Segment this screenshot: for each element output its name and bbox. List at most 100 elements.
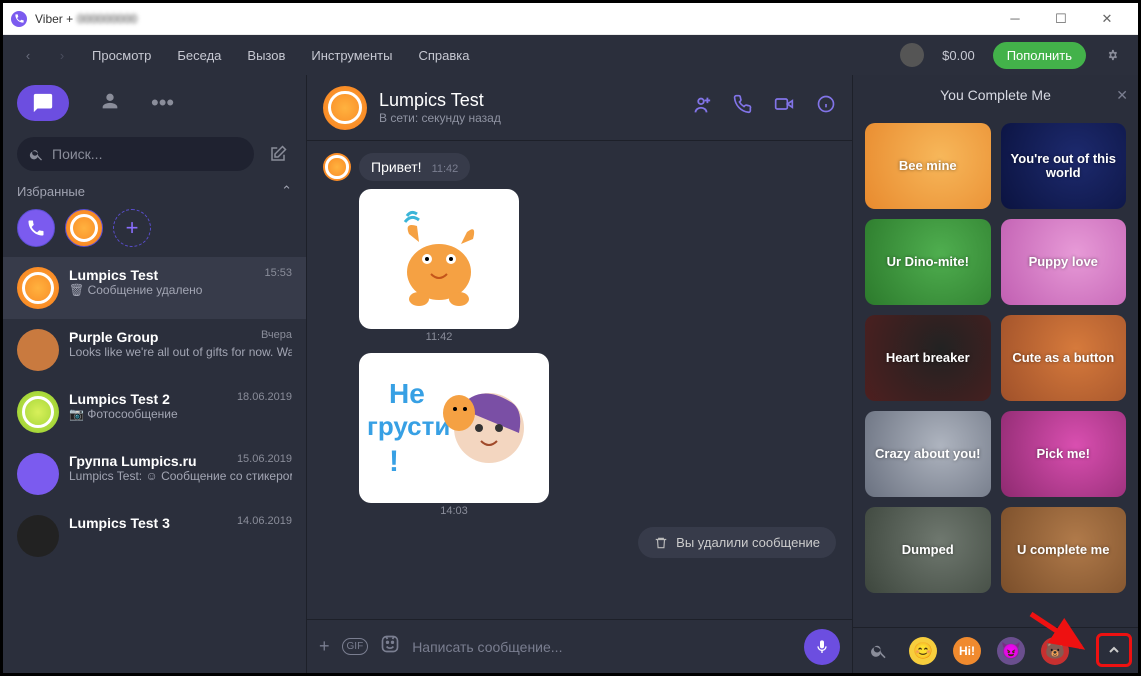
sticker-label: Cute as a button	[1008, 347, 1118, 369]
sticker-ne-grusti[interactable]: Не грусти !	[359, 353, 549, 503]
topup-button[interactable]: Пополнить	[993, 42, 1086, 69]
window-minimize[interactable]: ─	[992, 3, 1038, 35]
chat-item[interactable]: Lumpics Test 15:53 🗑 Сообщение удалено	[3, 257, 306, 319]
menu-call[interactable]: Вызов	[234, 35, 298, 75]
sticker-item[interactable]: U complete me	[1001, 507, 1127, 593]
nav-forward[interactable]: ›	[45, 35, 79, 75]
gif-icon[interactable]: GIF	[342, 638, 369, 655]
expand-sticker-bar[interactable]	[1096, 633, 1132, 667]
compose-button[interactable]	[264, 145, 292, 163]
chat-item[interactable]: Lumpics Test 2 18.06.2019 📷 Фотосообщени…	[3, 381, 306, 443]
chat-avatar	[17, 267, 59, 309]
window-title-prefix: Viber +	[35, 12, 73, 26]
chat-list: Lumpics Test 15:53 🗑 Сообщение удалено P…	[3, 257, 306, 673]
sticker-toolbar: 😊 Hi! 😈 🐻	[853, 627, 1138, 673]
message-input[interactable]: Написать сообщение...	[412, 639, 792, 655]
chat-avatar	[17, 329, 59, 371]
svg-text:грусти: грусти	[367, 411, 450, 441]
sticker-time: 11:42	[359, 331, 519, 343]
tab-chats[interactable]	[17, 85, 69, 121]
message-avatar	[323, 153, 351, 181]
conversation-status: В сети: секунду назад	[379, 111, 501, 125]
chat-item[interactable]: Группа Lumpics.ru 15.06.2019 Lumpics Tes…	[3, 443, 306, 505]
sticker-label: Crazy about you!	[871, 443, 984, 465]
favorites-header[interactable]: Избранные ⌃	[3, 177, 306, 205]
chat-name: Purple Group	[69, 329, 158, 345]
sticker-pack-2[interactable]: Hi!	[953, 637, 981, 665]
chat-item[interactable]: Purple Group Вчера Looks like we're all …	[3, 319, 306, 381]
attach-icon[interactable]: +	[319, 636, 330, 657]
chat-avatar	[17, 453, 59, 495]
tab-contacts[interactable]	[99, 90, 121, 117]
chat-name: Lumpics Test 3	[69, 515, 170, 531]
info-icon[interactable]	[816, 94, 836, 121]
chat-avatar	[17, 391, 59, 433]
sticker-cat-wave[interactable]	[359, 189, 519, 329]
sticker-item[interactable]: Heart breaker	[865, 315, 991, 401]
chat-preview: 📷 Фотосообщение	[69, 407, 292, 421]
menu-tools[interactable]: Инструменты	[298, 35, 405, 75]
close-icon[interactable]: ✕	[1116, 87, 1128, 104]
chat-preview: 🗑 Сообщение удалено	[69, 283, 292, 297]
messages-area[interactable]: Привет! 11:42 11:42 Не грусти !	[307, 141, 852, 619]
sticker-label: You're out of this world	[1001, 148, 1127, 185]
sticker-item[interactable]: Crazy about you!	[865, 411, 991, 497]
voice-call-icon[interactable]	[732, 94, 752, 121]
sticker-time-2: 14:03	[359, 505, 549, 517]
window-close[interactable]: ✕	[1084, 3, 1130, 35]
sticker-item[interactable]: Dumped	[865, 507, 991, 593]
sticker-label: Ur Dino-mite!	[883, 251, 973, 273]
sticker-icon[interactable]	[380, 634, 400, 659]
sticker-item[interactable]: Cute as a button	[1001, 315, 1127, 401]
chat-time: 15.06.2019	[237, 453, 292, 469]
tab-more[interactable]: •••	[151, 90, 174, 116]
sticker-panel: You Complete Me ✕ Bee mine You're out of…	[852, 75, 1138, 673]
chat-name: Lumpics Test 2	[69, 391, 170, 407]
sticker-item[interactable]: Pick me!	[1001, 411, 1127, 497]
sticker-item[interactable]: Ur Dino-mite!	[865, 219, 991, 305]
fav-lumpics[interactable]	[65, 209, 103, 247]
chat-time: 15:53	[264, 267, 292, 283]
sticker-label: Bee mine	[895, 155, 961, 177]
conversation-title: Lumpics Test	[379, 90, 501, 111]
menu-chat[interactable]: Беседа	[164, 35, 234, 75]
search-placeholder: Поиск...	[52, 146, 102, 162]
sticker-search-icon[interactable]	[865, 637, 893, 665]
fav-add[interactable]: +	[113, 209, 151, 247]
window-titlebar: Viber + 000000000 ─ ☐ ✕	[3, 3, 1138, 35]
sticker-item[interactable]: You're out of this world	[1001, 123, 1127, 209]
balance-amount: $0.00	[934, 48, 983, 63]
chat-avatar	[17, 515, 59, 557]
chat-name: Lumpics Test	[69, 267, 158, 283]
sticker-item[interactable]: Puppy love	[1001, 219, 1127, 305]
sticker-pack-title: You Complete Me	[940, 87, 1051, 103]
video-call-icon[interactable]	[772, 94, 796, 121]
message-composer: + GIF Написать сообщение...	[307, 619, 852, 673]
conversation-pane: Lumpics Test В сети: секунду назад	[307, 75, 852, 673]
voice-message-button[interactable]	[804, 629, 840, 665]
sticker-item[interactable]: Bee mine	[865, 123, 991, 209]
search-input[interactable]: Поиск...	[17, 137, 254, 171]
sticker-pack-1[interactable]: 😊	[909, 637, 937, 665]
chevron-up-icon: ⌃	[281, 183, 292, 199]
viber-logo-icon	[11, 11, 27, 27]
conversation-avatar[interactable]	[323, 86, 367, 130]
sticker-label: U complete me	[1013, 539, 1113, 561]
nav-back[interactable]: ‹	[11, 35, 45, 75]
sticker-label: Heart breaker	[882, 347, 974, 369]
window-title: 000000000	[77, 12, 137, 26]
window-maximize[interactable]: ☐	[1038, 3, 1084, 35]
add-contact-icon[interactable]	[690, 94, 712, 121]
menu-view[interactable]: Просмотр	[79, 35, 164, 75]
chat-preview: Looks like we're all out of gifts for no…	[69, 345, 292, 359]
sticker-pack-3[interactable]: 😈	[997, 637, 1025, 665]
chat-time: Вчера	[261, 329, 292, 345]
settings-icon[interactable]	[1096, 45, 1130, 65]
fav-viber[interactable]	[17, 209, 55, 247]
chat-item[interactable]: Lumpics Test 3 14.06.2019	[3, 505, 306, 567]
sticker-pack-4[interactable]: 🐻	[1041, 637, 1069, 665]
profile-avatar[interactable]	[900, 43, 924, 67]
sticker-label: Puppy love	[1025, 251, 1102, 273]
sticker-label: Dumped	[898, 539, 958, 561]
menu-help[interactable]: Справка	[405, 35, 482, 75]
